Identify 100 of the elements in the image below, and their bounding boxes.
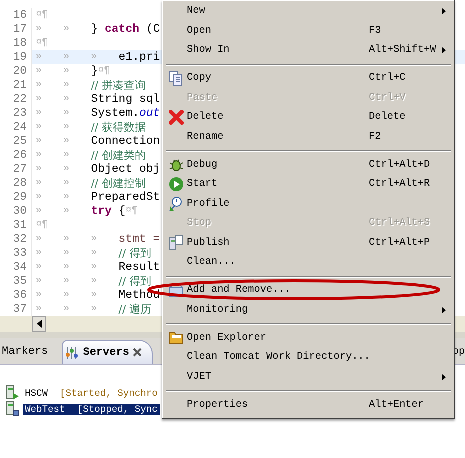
menu-item[interactable]: Copy Ctrl+C (165, 69, 452, 88)
menu-item[interactable]: Monitoring (165, 300, 452, 320)
tab-marker: » (36, 122, 44, 132)
menu-item[interactable]: Show In Alt+Shift+W (165, 41, 452, 60)
code-text: // 得到 (118, 246, 152, 260)
line-number: 34 (12, 260, 28, 274)
tab-marker: » (64, 178, 71, 188)
submenu-arrow-icon (442, 47, 446, 54)
tab-marker: » (64, 262, 71, 272)
tab-marker: » (91, 234, 98, 244)
tab-marker: » (91, 248, 98, 258)
line-end-marker: ¤¶ (126, 206, 138, 216)
menu-item[interactable]: Rename F2 (165, 128, 452, 147)
menu-item[interactable]: Clean... (165, 253, 452, 272)
tab-marker: » (36, 150, 44, 160)
server-publish-icon (168, 235, 184, 252)
server-list-item[interactable]: WebTest [Stopped, Sync (23, 404, 160, 414)
menu-item[interactable]: Start Ctrl+Alt+R (165, 175, 452, 194)
menu-item[interactable]: Open Explorer (165, 328, 452, 348)
tab-marker: » (64, 304, 71, 314)
tab-marker: » (91, 304, 98, 314)
tab-marker: » (36, 262, 44, 272)
menu-item[interactable]: Debug Ctrl+Alt+D (165, 156, 452, 175)
tab-marker: » (64, 192, 71, 202)
panel-tab[interactable]: Markers (0, 340, 58, 364)
tab-marker: » (64, 206, 71, 216)
server-list-item[interactable]: HSCW [Started, Synchro (23, 388, 160, 398)
code-text: PreparedSt (91, 190, 160, 204)
folder-icon (168, 331, 184, 346)
menu-item[interactable]: Open F3 (165, 22, 452, 41)
tab-marker: » (36, 304, 44, 314)
tab-marker: » (36, 164, 44, 174)
line-number: 31 (12, 218, 28, 232)
delete-icon (168, 110, 184, 126)
tab-marker: » (64, 276, 71, 286)
menu-item[interactable]: Delete Delete (165, 108, 452, 128)
menu-item[interactable]: Properties Alt+Enter (165, 396, 452, 415)
submenu-arrow-icon (442, 306, 446, 314)
tab-marker: » (64, 66, 71, 76)
tab-marker: » (36, 108, 44, 118)
menu-item[interactable]: VJET (165, 368, 452, 387)
tab-marker: » (91, 290, 98, 300)
tab-marker: » (64, 94, 71, 104)
tab-marker: » (36, 24, 44, 34)
line-number: 19 (12, 50, 28, 64)
code-text: // 拼凑查询 (91, 78, 146, 92)
tab-marker: » (64, 108, 71, 118)
code-text: Result (118, 260, 160, 274)
tab-marker: » (64, 24, 71, 34)
tab-marker: » (91, 52, 98, 62)
line-number: 26 (12, 148, 28, 162)
tab-marker: » (36, 276, 44, 286)
panel-tab[interactable]: Servers (62, 340, 154, 364)
line-number: 16 (12, 8, 28, 22)
tab-marker: » (36, 192, 44, 202)
tab-marker: » (91, 276, 98, 286)
line-number: 17 (12, 22, 28, 36)
tab-marker: » (36, 290, 44, 300)
line-number: 27 (12, 162, 28, 176)
submenu-arrow-icon (442, 374, 446, 381)
code-text: stmt = (118, 232, 160, 246)
tab-marker: » (64, 80, 71, 90)
scroll-left-button[interactable] (32, 316, 46, 332)
servers-icon (65, 346, 80, 360)
tab-marker: » (36, 206, 44, 216)
menu-item[interactable]: Clean Tomcat Work Directory... (165, 348, 452, 368)
tab-marker: » (64, 122, 71, 132)
tab-marker: » (64, 150, 71, 160)
server-icon (6, 401, 20, 417)
tab-marker: » (36, 80, 44, 90)
line-number: 24 (12, 120, 28, 134)
code-text: Connection (91, 134, 160, 148)
menu-item[interactable]: Profile (165, 194, 452, 214)
menu-item[interactable]: New (165, 2, 452, 22)
tab-marker: » (36, 234, 44, 244)
copy-icon (168, 70, 184, 87)
code-text: } (91, 64, 98, 78)
code-text: // 遍历 (118, 302, 152, 316)
tab-marker: » (91, 262, 98, 272)
tab-marker: » (64, 248, 71, 258)
line-number: 33 (12, 246, 28, 260)
tab-marker: » (36, 178, 44, 188)
menu-item[interactable]: Add and Remove... (165, 281, 452, 300)
tab-marker: » (36, 136, 44, 146)
code-text: } catch (C (91, 22, 160, 36)
tab-marker: » (36, 94, 44, 104)
tab-marker: » (64, 234, 71, 244)
code-text: String sql (91, 92, 160, 106)
code-text: System.out (91, 106, 160, 120)
line-number: 23 (12, 106, 28, 120)
bug-icon (168, 158, 184, 173)
code-text: // 创建控制 (91, 176, 146, 190)
code-text: // 得到 (118, 274, 152, 288)
menu-item[interactable]: Publish Ctrl+Alt+P (165, 234, 452, 253)
line-end-marker: ¤¶ (36, 10, 48, 20)
line-number: 29 (12, 190, 28, 204)
line-end-marker: ¤¶ (98, 66, 110, 76)
close-icon[interactable] (133, 348, 142, 357)
line-number: 37 (12, 302, 28, 316)
server-icon (6, 385, 20, 401)
